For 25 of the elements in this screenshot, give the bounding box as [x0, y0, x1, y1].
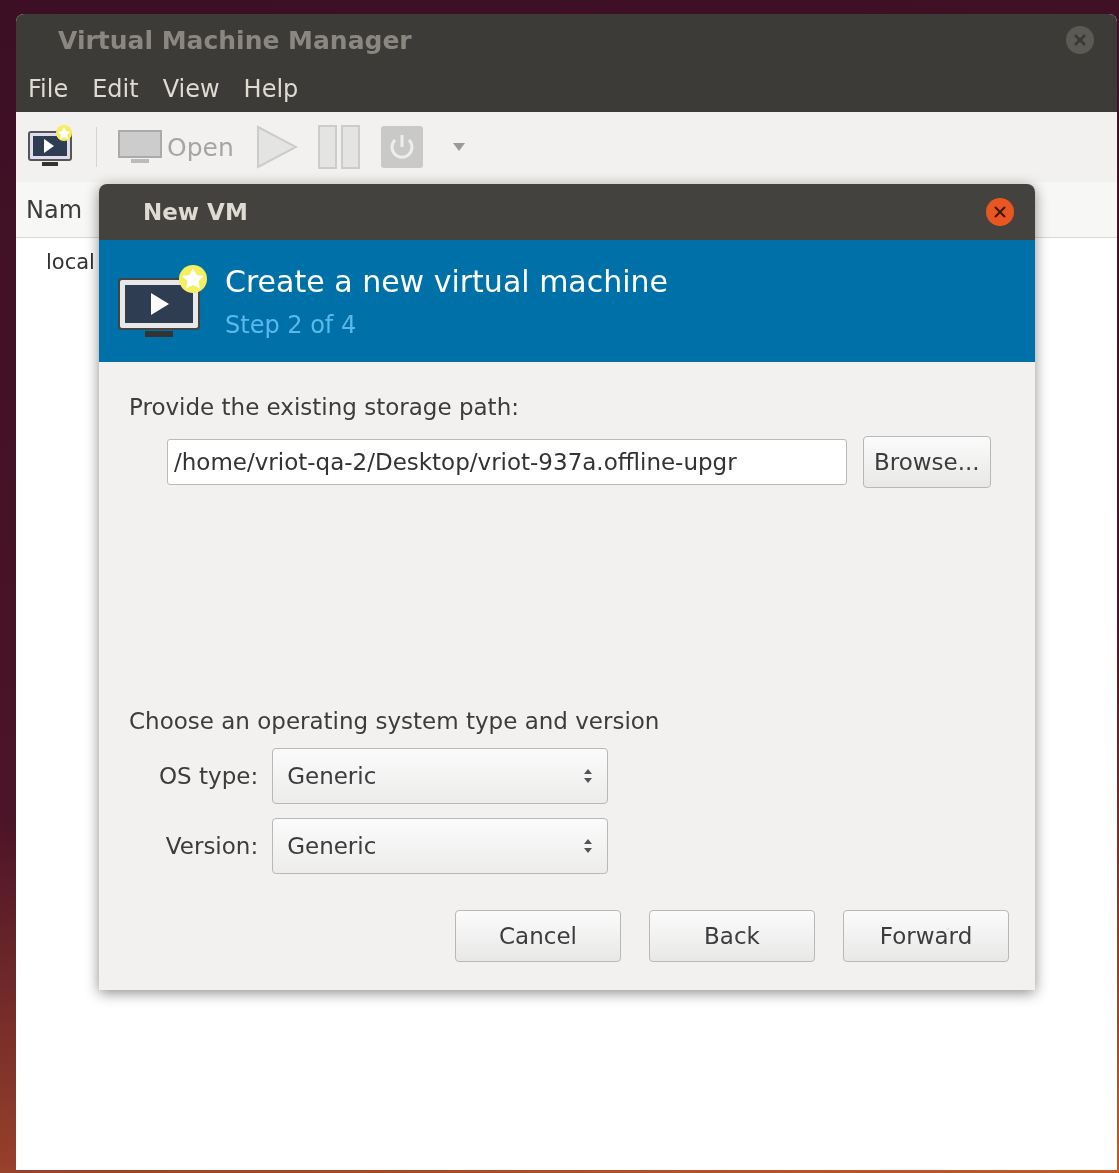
- step-indicator: Step 2 of 4: [225, 310, 358, 339]
- dropdown-select[interactable]: Generic: [272, 748, 609, 804]
- dialog-button[interactable]: Cancel: [455, 910, 621, 962]
- column-header[interactable]: Nam: [26, 195, 83, 224]
- caret-icon[interactable]: [451, 142, 466, 152]
- close-icon[interactable]: [985, 197, 1015, 227]
- menu-item[interactable]: File: [28, 75, 69, 103]
- menu-item[interactable]: Help: [243, 75, 299, 103]
- browse-button[interactable]: Browse...: [863, 436, 991, 488]
- monitor-star-icon: [117, 263, 209, 339]
- spinner-arrows-icon: [583, 838, 594, 854]
- window-title: Virtual Machine Manager: [58, 25, 412, 55]
- menu-item[interactable]: Edit: [92, 75, 139, 103]
- spinner-arrows-icon: [583, 768, 594, 784]
- storage-path-label: Provide the existing storage path:: [129, 394, 520, 420]
- dialog-button[interactable]: Forward: [843, 910, 1009, 962]
- header-title: Create a new virtual machine: [225, 263, 669, 299]
- dialog-title: New VM: [143, 199, 248, 225]
- field-label: Version:: [164, 833, 259, 859]
- menu-item[interactable]: View: [162, 75, 220, 103]
- storage-path-field[interactable]: /home/vriot-qa-2/Desktop/vriot-937a.offline-upgr: [167, 439, 847, 485]
- field-label: OS type:: [159, 763, 259, 789]
- dropdown-select[interactable]: Generic: [272, 818, 609, 874]
- os-section-label: Choose an operating system type and version: [129, 708, 661, 734]
- dialog-button[interactable]: Back: [649, 910, 815, 962]
